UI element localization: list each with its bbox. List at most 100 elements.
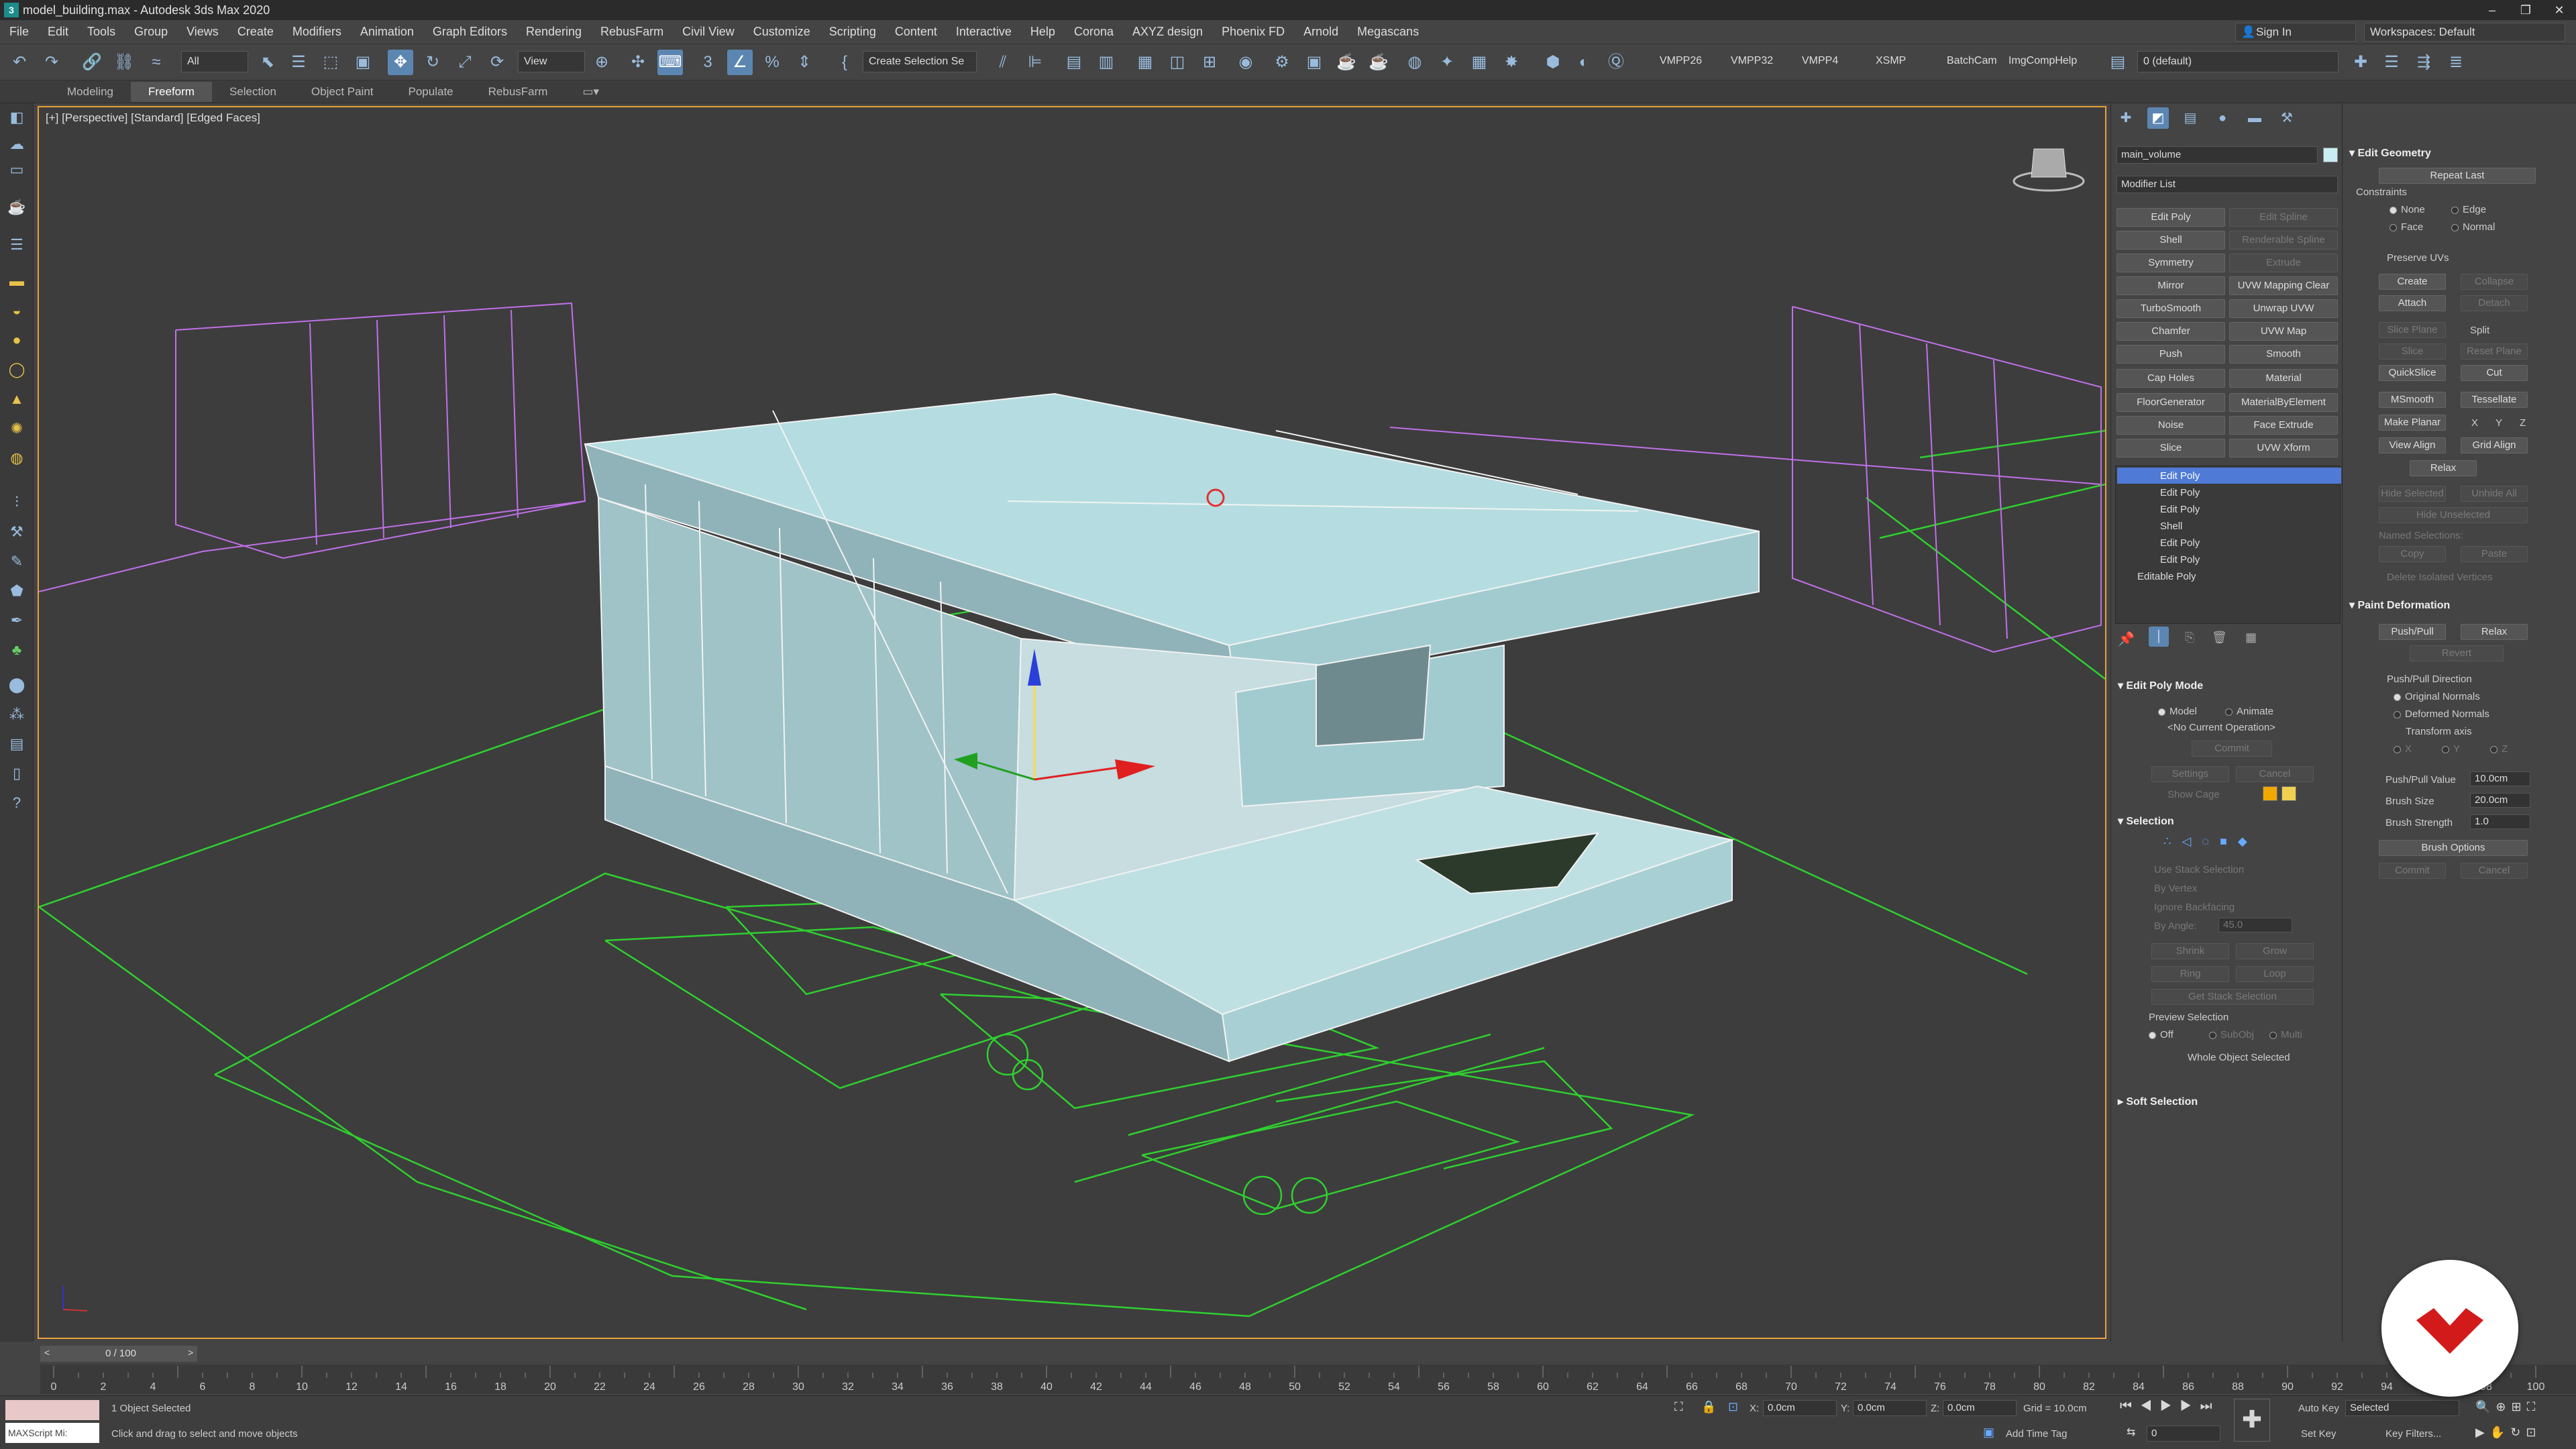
menu-arnold[interactable]: Arnold [1294,25,1348,39]
app-icon[interactable]: 3 [4,3,19,17]
rect-selection-icon[interactable]: ⬚ [318,50,343,75]
selection-title[interactable]: ▾ Selection [2118,814,2174,828]
window-crossing-icon[interactable]: ▣ [350,50,376,75]
schematic-view-icon[interactable]: ⊞ [1197,50,1222,75]
maxscript-input[interactable]: MAXScript Mi: [5,1423,99,1443]
select-by-name-icon[interactable]: ☰ [286,50,311,75]
axis-y-radio[interactable]: Y [2442,743,2460,755]
stack-item[interactable]: Editable Poly [2117,568,2341,585]
shrink-button[interactable]: Shrink [2151,943,2229,959]
mod-edit-spline-button[interactable]: Edit Spline [2229,208,2338,227]
select-rotate-icon[interactable]: ↻ [420,50,445,75]
constraint-none-radio[interactable]: None [2390,204,2425,215]
deformed-normals-radio[interactable]: Deformed Normals [2394,708,2489,720]
render-setup-icon[interactable]: ⚙ [1269,50,1295,75]
add-layer-icon[interactable]: ✚ [2348,50,2373,75]
paint-icon[interactable]: ✎ [7,551,27,572]
grid-align-button[interactable]: Grid Align [2461,437,2528,453]
tab-rebusfarm[interactable]: RebusFarm [471,85,566,99]
soft-selection-title[interactable]: ▸ Soft Selection [2118,1095,2198,1108]
pin-stack-icon[interactable]: 📌 [2118,631,2135,647]
edit-geometry-title[interactable]: ▾ Edit Geometry [2349,146,2431,160]
loop-button[interactable]: Loop [2236,966,2314,982]
brush-strength-input[interactable]: 1.0 [2470,814,2530,829]
menu-file[interactable]: File [0,25,38,39]
paint-relax-button[interactable]: Relax [2461,624,2528,640]
ribbon-toggle-icon[interactable]: ▦ [1132,50,1158,75]
stack-item[interactable]: Edit Poly [2117,468,2341,484]
curve-editor-icon[interactable]: ◫ [1165,50,1190,75]
tab-freeform[interactable]: Freeform [131,81,212,102]
display-icon[interactable]: ▭ [7,160,27,180]
quixel-icon[interactable]: Ⓠ [1603,50,1629,75]
motion-tab-icon[interactable]: ● [2212,107,2233,129]
layer-manager-icon[interactable]: ▤ [2105,50,2131,75]
original-normals-radio[interactable]: Original Normals [2394,691,2480,702]
keyboard-shortcut-icon[interactable]: ⌨ [657,50,683,75]
shapes-icon[interactable]: ⬟ [7,581,27,601]
mod-chamfer-button[interactable]: Chamfer [2116,322,2225,341]
create-selection-set-dropdown[interactable]: Create Selection Se [863,51,977,72]
mod-symmetry-button[interactable]: Symmetry [2116,254,2225,272]
auto-key-button[interactable]: Auto Key [2298,1403,2339,1414]
mod-unwrap-uvw-button[interactable]: Unwrap UVW [2229,299,2338,318]
add-time-tag-button[interactable]: Add Time Tag [2006,1428,2067,1440]
ring-button[interactable]: Ring [2151,966,2229,982]
layer-explorer-icon[interactable]: ▥ [1093,50,1119,75]
split-checkbox[interactable]: Split [2470,325,2489,336]
planar-z-button[interactable]: Z [2520,417,2526,429]
preserve-uvs-checkbox[interactable]: Preserve UVs [2387,252,2449,264]
utilities-tab-icon[interactable]: ⚒ [2276,107,2298,129]
reset-plane-button[interactable]: Reset Plane [2461,343,2528,360]
menu-edit[interactable]: Edit [38,25,78,39]
minimize-icon[interactable]: – [2475,0,2509,20]
z-coord-input[interactable]: 0.0cm [1943,1400,2017,1416]
mod-extrude-button[interactable]: Extrude [2229,254,2338,272]
object-name-field[interactable]: main_volume [2116,146,2318,164]
viewcube-icon[interactable] [2012,148,2085,192]
commit-button[interactable]: Commit [2192,741,2272,757]
unlink-icon[interactable]: ⛓ [111,50,137,75]
help-icon[interactable]: ? [7,793,27,813]
constraint-edge-radio[interactable]: Edge [2451,204,2486,215]
building-mesh[interactable] [584,392,1760,1063]
object-color-swatch[interactable] [2323,148,2338,162]
menu-views[interactable]: Views [177,25,228,39]
key-mode-icon[interactable]: ⇆ [2127,1426,2135,1439]
sign-in-button[interactable]: 👤 Sign In [2235,23,2356,42]
remove-modifier-icon[interactable]: 🗑 [2212,631,2227,645]
render-iterative-icon[interactable]: ☕ [1366,50,1391,75]
make-planar-button[interactable]: Make Planar [2379,415,2446,431]
paint-cancel-button[interactable]: Cancel [2461,863,2528,879]
mod-edit-poly-button[interactable]: Edit Poly [2116,208,2225,227]
lock-selection-icon[interactable]: 🔒 [1701,1400,1716,1414]
tessellate-button[interactable]: Tessellate [2461,392,2528,408]
corona-render-icon[interactable]: ◍ [1402,50,1428,75]
tree-icon[interactable]: ♣ [7,640,27,660]
key-filters-button[interactable]: Key Filters... [2385,1428,2441,1440]
pivot-center-icon[interactable]: ⊕ [589,50,614,75]
planar-y-button[interactable]: Y [2496,417,2502,429]
mod-uvw-map-button[interactable]: UVW Map [2229,322,2338,341]
snaps-toggle-icon[interactable]: 3 [695,50,720,75]
hierarchy-tab-icon[interactable]: ▤ [2180,107,2201,129]
show-cage-checkbox[interactable]: Show Cage [2167,789,2220,800]
menu-graph-editors[interactable]: Graph Editors [423,25,517,39]
set-key-icon[interactable]: ✚ [2234,1399,2270,1442]
x-coord-input[interactable]: 0.0cm [1763,1400,1837,1416]
y-coord-input[interactable]: 0.0cm [1853,1400,1927,1416]
workspace-dropdown[interactable]: Workspaces: Default [2364,23,2565,42]
use-stack-selection-checkbox[interactable]: Use Stack Selection [2154,864,2244,875]
tab-selection[interactable]: Selection [212,85,294,99]
stack-item[interactable]: Edit Poly [2117,501,2341,518]
scene-explorer-icon[interactable]: ▤ [1061,50,1087,75]
playback-controls[interactable]: ⏮◀▶▶⏭ [2120,1399,2220,1414]
stack-item[interactable]: Edit Poly [2117,535,2341,551]
menu-group[interactable]: Group [125,25,177,39]
mod-cap-holes-button[interactable]: Cap Holes [2116,369,2225,388]
mod-push-button[interactable]: Push [2116,345,2225,364]
viewport-nav-controls[interactable]: 🔍⊕⊞⛶ [2475,1400,2540,1414]
cage-sel-color-swatch[interactable] [2282,786,2296,801]
phoenix-icon[interactable]: ⬢ [1540,50,1566,75]
relax-button[interactable]: Relax [2410,460,2477,476]
